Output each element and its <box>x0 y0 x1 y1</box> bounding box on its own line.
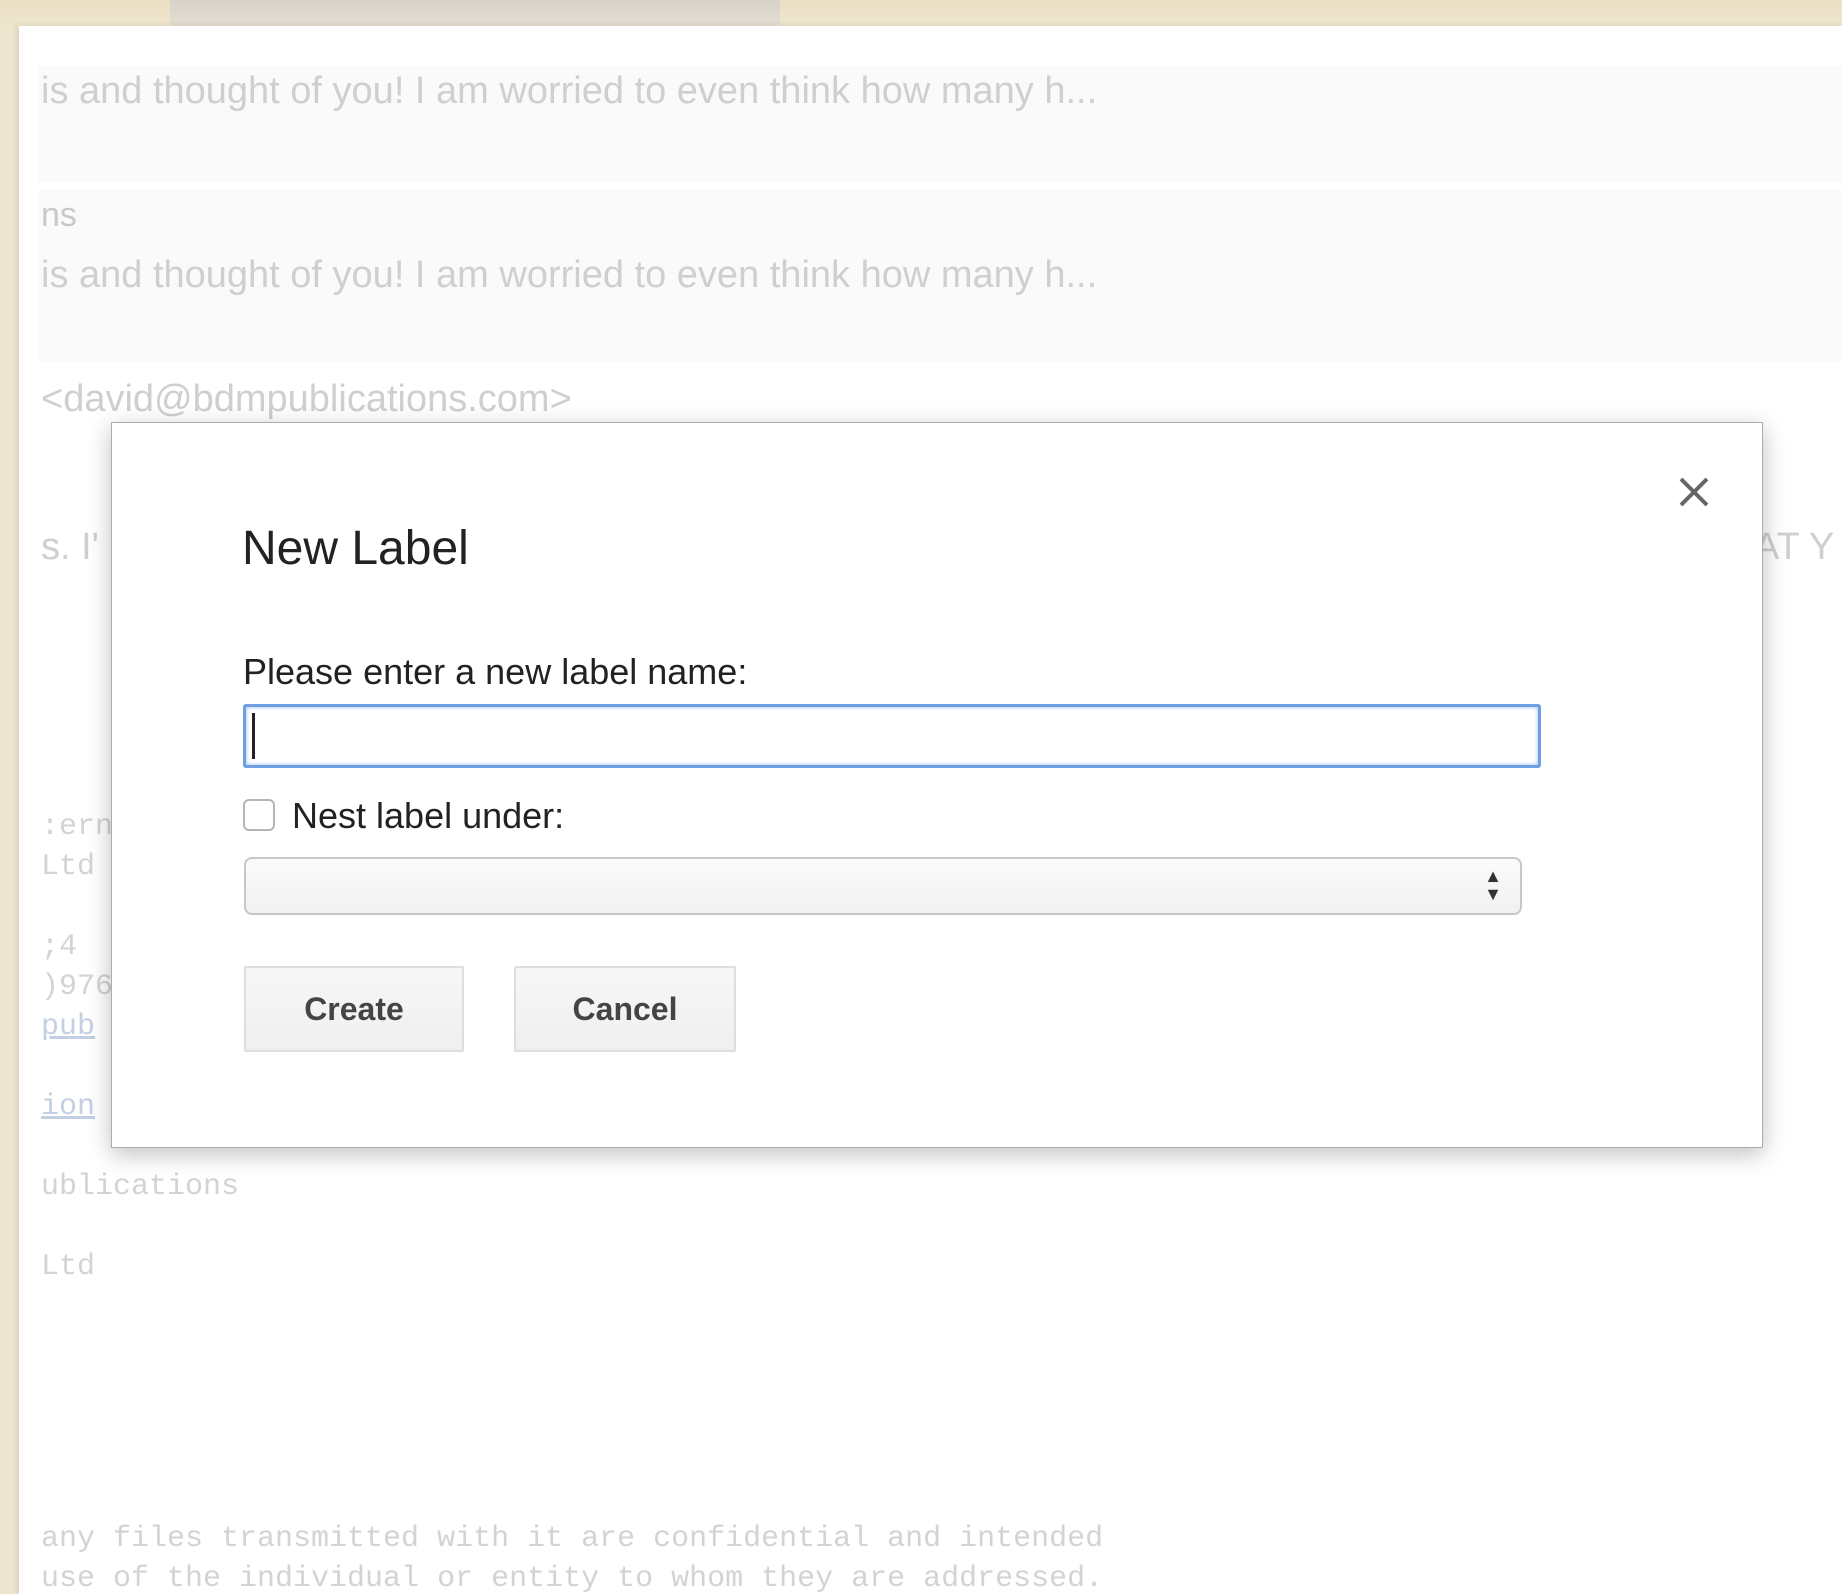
signature-link[interactable]: pub <box>41 1010 95 1044</box>
signature-line: )976 <box>41 970 114 1004</box>
disclaimer-line-1: any files transmitted with it are confid… <box>41 1522 1104 1556</box>
dialog-title: New Label <box>242 522 469 575</box>
new-label-dialog: New Label Please enter a new label name:… <box>111 422 1763 1148</box>
browser-tab-strip <box>170 0 780 26</box>
email-snippet-1: is and thought of you! I am worried to e… <box>41 70 1098 112</box>
signature-line: ;4 <box>41 930 78 964</box>
nest-label-text: Nest label under: <box>292 795 565 836</box>
email-body-fragment-left: s. I' <box>41 526 99 568</box>
email-sender-address: <david@bdmpublications.com> <box>41 378 572 420</box>
nest-label-checkbox[interactable] <box>243 799 275 831</box>
label-name-input[interactable] <box>243 704 1541 768</box>
close-icon <box>1679 477 1709 507</box>
signature-line: Ltd <box>41 850 96 884</box>
signature-link[interactable]: ion <box>41 1090 95 1124</box>
disclaimer-line-2: use of the individual or entity to whom … <box>41 1562 1104 1594</box>
select-arrows-icon: ▲ ▼ <box>1484 866 1502 904</box>
parent-label-select[interactable]: ▲ ▼ <box>244 857 1522 915</box>
signature-line: :ern <box>41 810 114 844</box>
signature-company: ublications <box>41 1170 240 1204</box>
label-name-prompt: Please enter a new label name: <box>243 651 748 692</box>
signature-company-suffix: Ltd <box>41 1250 96 1284</box>
text-caret <box>252 713 255 759</box>
create-button[interactable]: Create <box>244 966 464 1052</box>
email-snippet-2: is and thought of you! I am worried to e… <box>41 254 1098 296</box>
close-button[interactable] <box>1669 467 1719 517</box>
email-subject-fragment: ns <box>41 196 77 234</box>
email-body-fragment-right: AT Y <box>1754 526 1835 568</box>
cancel-button[interactable]: Cancel <box>514 966 736 1052</box>
